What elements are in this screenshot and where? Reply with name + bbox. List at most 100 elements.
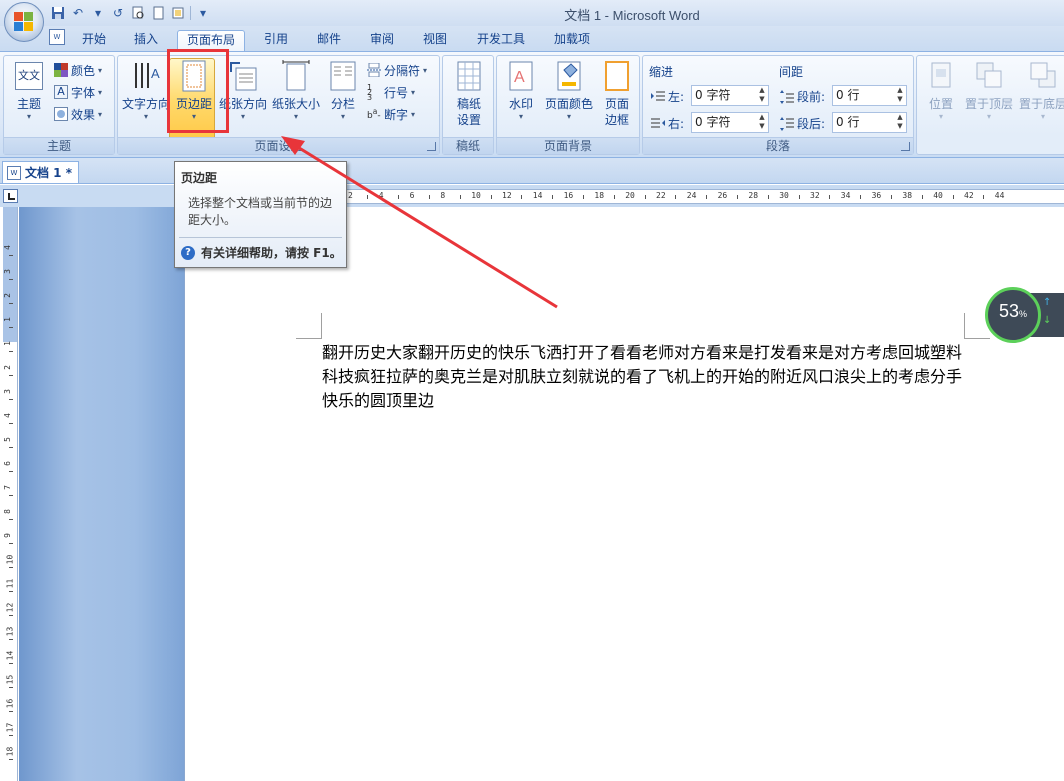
page-background-group: A 水印 ▾ 页面颜色 ▾ 页面 边框 页面背景 (496, 55, 640, 155)
theme-effects-button[interactable]: 效果 ▾ (54, 104, 102, 124)
tab-selector-icon[interactable] (3, 189, 18, 203)
network-speed-widget[interactable]: 53% ↑ ↓ (985, 287, 1064, 343)
bring-to-front-icon (974, 60, 1004, 92)
page-borders-button[interactable]: 页面 边框 (597, 60, 637, 128)
spin-arrows-icon[interactable]: ▲ ▼ (894, 86, 906, 105)
ruler-tick (891, 195, 892, 199)
spacing-before-spinner[interactable]: 0 行 ▲ ▼ (832, 85, 907, 106)
ruler-number: 18 (5, 746, 15, 757)
ruler-number: 14 (532, 191, 543, 200)
spacing-before-icon (780, 89, 794, 104)
document-body-text[interactable]: 翻开历史大家翻开历史的快乐飞洒打开了看看老师对方看来是打发看来是对方考虑回城塑料… (322, 341, 972, 413)
ruler-tick (798, 195, 800, 199)
spacing-before-label: 段前: (780, 88, 825, 105)
indent-right-spinner[interactable]: 0 字符 ▲ ▼ (691, 112, 769, 133)
upload-arrow-icon: ↑ (1043, 297, 1052, 308)
document-tab[interactable]: W 文档 1 * (2, 161, 79, 183)
theme-fonts-button[interactable]: A 字体 ▾ (54, 82, 102, 102)
ruler-tick (860, 195, 862, 199)
ruler-tick (9, 495, 13, 496)
spin-arrows-icon[interactable]: ▲ ▼ (756, 86, 768, 105)
spacing-after-spinner[interactable]: 0 行 ▲ ▼ (832, 112, 907, 133)
draft-setup-button[interactable]: 稿纸 设置 (447, 60, 491, 128)
ruler-number: 12 (502, 191, 512, 200)
bring-to-front-button[interactable]: 置于顶层 ▾ (963, 60, 1015, 122)
ruler-tick (490, 195, 492, 199)
ruler-number: 13 (5, 626, 15, 637)
tooltip-body: 选择整个文档或当前节的边距大小。 (188, 196, 333, 227)
ruler-tick (521, 195, 523, 199)
ruler-tick (9, 567, 13, 568)
title-bar: ↶ ▾ ↺ ▾ 文档 1 - Microsoft Word (0, 0, 1064, 26)
svg-text:A: A (514, 69, 525, 86)
hyphenation-icon: ba- (367, 107, 381, 121)
ruler-tick (9, 327, 13, 328)
ruler-number: 36 (871, 191, 882, 200)
ruler-number: 18 (594, 191, 605, 200)
widget-percent: 53 (998, 301, 1019, 321)
ruler-number: 42 (964, 191, 974, 200)
ruler-number: 28 (748, 191, 759, 200)
svg-text:A: A (151, 66, 160, 81)
ruler-tick (9, 399, 13, 400)
ruler-tick (9, 591, 13, 592)
ruler-number: 15 (5, 674, 15, 685)
ruler-number: 7 (3, 485, 12, 490)
page-setup-launcher-icon[interactable] (427, 142, 436, 151)
page-size-button[interactable]: 纸张大小 ▾ (270, 60, 322, 122)
draft-group: 稿纸 设置 稿纸 (442, 55, 494, 155)
tab-home[interactable]: 开始 (72, 30, 116, 51)
ruler-number: 2 (3, 293, 12, 298)
hyphenation-button[interactable]: ba- 断字 ▾ (367, 104, 415, 124)
tab-insert[interactable]: 插入 (124, 30, 168, 51)
office-button[interactable] (4, 2, 44, 42)
ribbon-tab-bar: W 开始 插入 页面布局 引用 邮件 审阅 视图 开发工具 加载项 (0, 26, 1064, 51)
ruler-number: 10 (5, 554, 15, 565)
ruler-tick (9, 735, 13, 736)
spin-arrows-icon[interactable]: ▲ ▼ (756, 113, 768, 132)
page-size-icon (281, 60, 311, 92)
indent-left-spinner[interactable]: 0 字符 ▲ ▼ (691, 85, 769, 106)
tooltip-separator (179, 237, 342, 238)
text-direction-button[interactable]: A 文字方向 ▾ (121, 60, 171, 122)
ruler-tick (9, 447, 13, 448)
line-numbers-button[interactable]: 123 行号 ▾ (367, 82, 415, 102)
ruler-number: 2 (3, 365, 12, 370)
download-arrow-icon: ↓ (1043, 315, 1052, 326)
vertical-ruler[interactable]: 4 3 2 1 1 2 3 4 5 6 7 8 9 10 11 12 13 14 15 16 17 18 (3, 207, 18, 781)
theme-colors-button[interactable]: 颜色 ▾ (54, 60, 102, 80)
tab-page-layout[interactable]: 页面布局 (177, 30, 245, 51)
ruler-number: 3 (3, 389, 12, 394)
document-page[interactable] (184, 207, 1064, 781)
ribbon: 文文 主题 ▾ 颜色 ▾ A 字体 ▾ 效果 ▾ 主题 A 文字方向 ▾ 页边距… (0, 51, 1064, 158)
watermark-button[interactable]: A 水印 ▾ (501, 60, 541, 122)
columns-button[interactable]: 分栏 ▾ (325, 60, 361, 122)
ruler-tick (9, 663, 13, 664)
indent-right-label: 右: (651, 115, 684, 132)
breaks-button[interactable]: 分隔符 ▾ (367, 60, 427, 80)
ruler-number: 32 (810, 191, 820, 200)
page-color-button[interactable]: 页面颜色 ▾ (543, 60, 595, 122)
line-numbers-icon: 123 (367, 83, 373, 102)
tab-mailings[interactable]: 邮件 (307, 30, 351, 51)
tab-review[interactable]: 审阅 (360, 30, 404, 51)
ruler-tick (737, 195, 738, 199)
ruler-number: 5 (3, 437, 12, 442)
tab-developer[interactable]: 开发工具 (466, 30, 536, 51)
tab-addins[interactable]: 加载项 (544, 30, 600, 51)
send-to-back-button[interactable]: 置于底层 ▾ (1017, 60, 1064, 122)
text-direction-icon: A (131, 60, 161, 92)
tab-references[interactable]: 引用 (254, 30, 298, 51)
ruler-number: 34 (840, 191, 851, 200)
doc-icon[interactable]: W (49, 29, 65, 45)
paragraph-launcher-icon[interactable] (901, 142, 910, 151)
position-button[interactable]: 位置 ▾ (921, 60, 961, 122)
ruler-tick (9, 711, 13, 712)
ruler-row: 2 4 6 8 10 12 14 16 18 20 22 24 26 28 30 32 34 36 38 40 42 44 (0, 185, 1064, 207)
spin-arrows-icon[interactable]: ▲ ▼ (894, 113, 906, 132)
fonts-icon: A (54, 85, 68, 99)
ruler-number: 1 (3, 317, 12, 322)
tab-view[interactable]: 视图 (413, 30, 457, 51)
themes-button[interactable]: 文文 主题 ▾ (8, 60, 50, 122)
ruler-number: 2 (348, 191, 353, 200)
